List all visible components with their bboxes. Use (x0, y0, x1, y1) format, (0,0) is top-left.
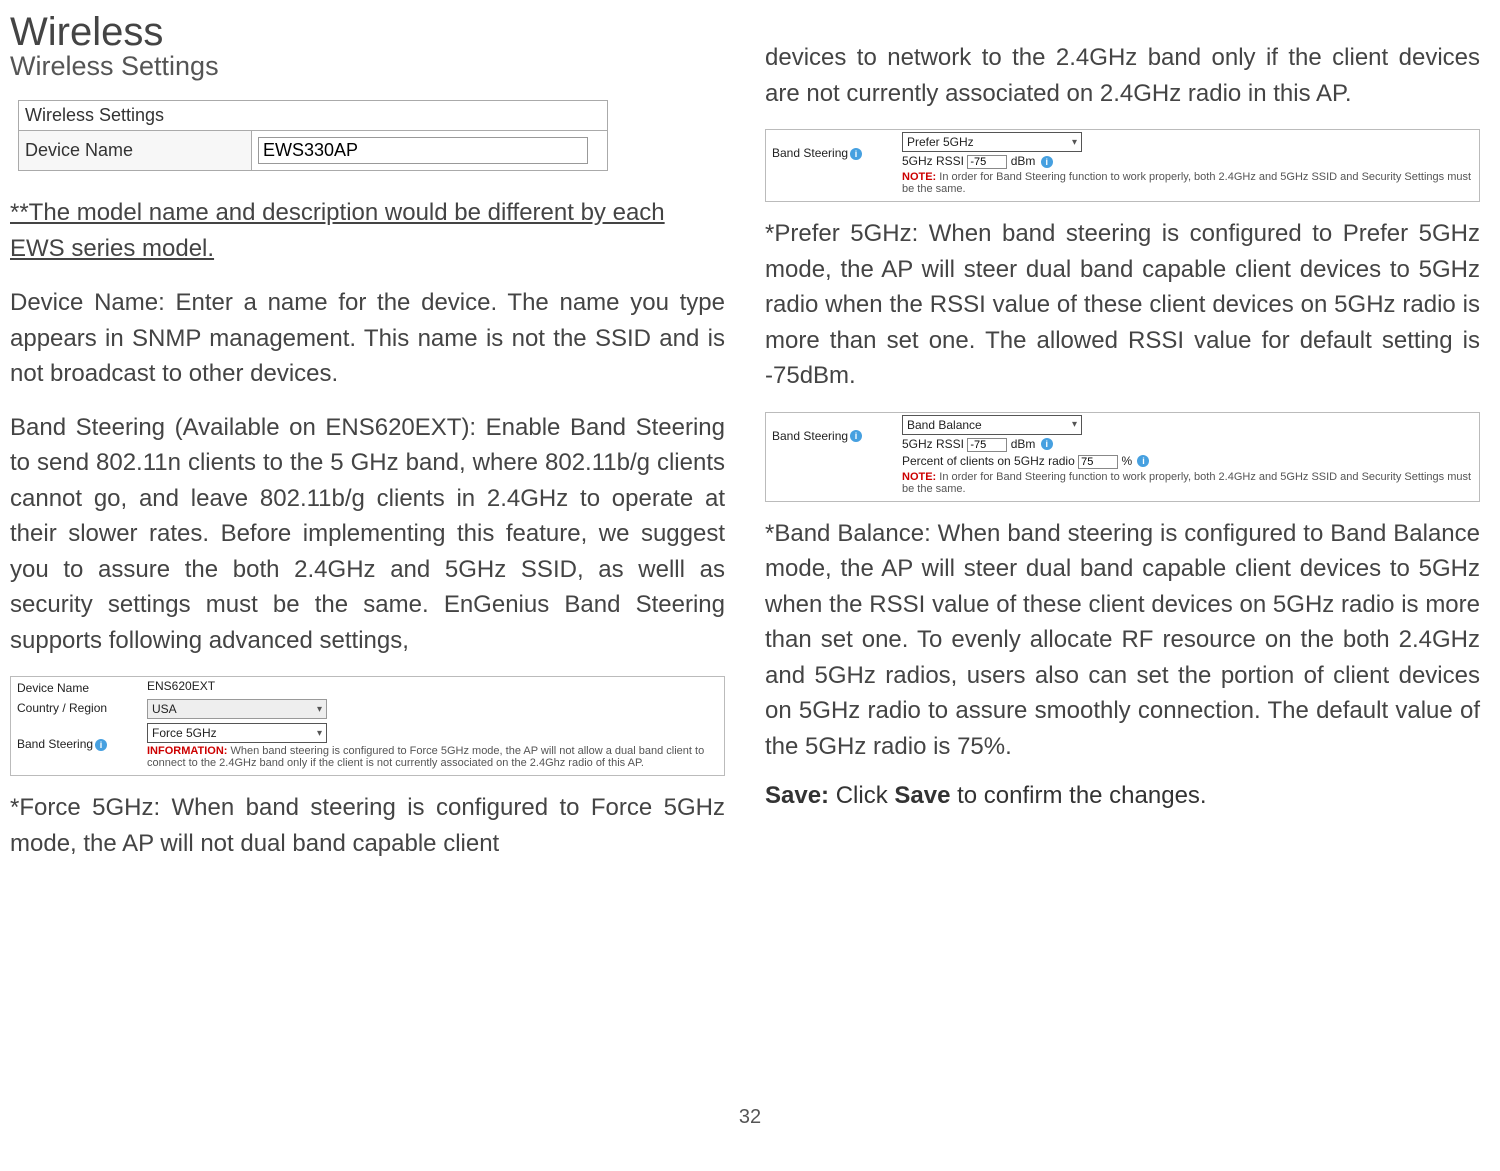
ui-force-block: Device Name ENS620EXT Country / Region U… (10, 676, 725, 776)
ui-note-balance: NOTE: In order for Band Steering functio… (902, 469, 1473, 499)
ui-device-label: Device Name (17, 679, 147, 695)
info-icon: i (850, 430, 862, 442)
rssi-input-balance[interactable] (967, 438, 1007, 452)
country-select[interactable]: USA ▾ (147, 699, 327, 719)
left-column: Wireless Wireless Settings Wireless Sett… (10, 10, 725, 1090)
continuation-paragraph: devices to network to the 2.4GHz band on… (765, 40, 1480, 111)
ui-balance-block: Band Steeringi Band Balance ▾ 5GHz RSSI … (765, 412, 1480, 502)
info-icon: i (1041, 438, 1053, 450)
prefer-paragraph: *Prefer 5GHz: When band steering is conf… (765, 216, 1480, 394)
page-title: Wireless (10, 10, 725, 55)
right-column: devices to network to the 2.4GHz band on… (765, 10, 1480, 1090)
ui-prefer-block: Band Steeringi Prefer 5GHz ▾ 5GHz RSSI d… (765, 129, 1480, 202)
ui-device-value: ENS620EXT (147, 679, 718, 693)
chevron-down-icon: ▾ (317, 728, 322, 739)
page-number: 32 (0, 1100, 1500, 1129)
force-paragraph: *Force 5GHz: When band steering is confi… (10, 790, 725, 861)
ui-bs-label: Band Steeringi (17, 723, 147, 751)
chevron-down-icon: ▾ (1072, 419, 1077, 430)
chevron-down-icon: ▾ (1072, 137, 1077, 148)
device-name-input[interactable] (258, 137, 588, 164)
save-line: Save: Click Save to confirm the changes. (765, 782, 1480, 810)
ui-bs-label: Band Steeringi (772, 132, 902, 160)
section-subtitle: Wireless Settings (10, 51, 725, 82)
bs-mode-select-balance[interactable]: Band Balance ▾ (902, 415, 1082, 435)
wireless-settings-box: Wireless Settings Device Name (18, 100, 608, 171)
bs-mode-select[interactable]: Force 5GHz ▾ (147, 723, 327, 743)
info-icon: i (95, 739, 107, 751)
bs-mode-select-prefer[interactable]: Prefer 5GHz ▾ (902, 132, 1082, 152)
rssi-input[interactable] (967, 155, 1007, 169)
ui-bs-label: Band Steeringi (772, 415, 902, 443)
rssi-line-balance: 5GHz RSSI dBm i (902, 435, 1473, 452)
info-icon: i (1137, 455, 1149, 467)
ws-header: Wireless Settings (19, 101, 607, 131)
device-name-label: Device Name (19, 131, 252, 170)
balance-paragraph: *Band Balance: When band steering is con… (765, 516, 1480, 765)
device-name-paragraph: Device Name: Enter a name for the device… (10, 285, 725, 392)
info-icon: i (1041, 156, 1053, 168)
chevron-down-icon: ▾ (317, 704, 322, 715)
rssi-line: 5GHz RSSI dBm i (902, 152, 1473, 169)
ui-note-prefer: NOTE: In order for Band Steering functio… (902, 169, 1473, 199)
page: Wireless Wireless Settings Wireless Sett… (0, 0, 1500, 1100)
device-name-cell (252, 131, 607, 170)
ui-country-label: Country / Region (17, 699, 147, 715)
model-note: **The model name and description would b… (10, 195, 725, 267)
percent-line: Percent of clients on 5GHz radio % i (902, 452, 1473, 469)
info-icon: i (850, 148, 862, 160)
ui-info-note: INFORMATION: When band steering is confi… (147, 743, 718, 773)
percent-input[interactable] (1078, 455, 1118, 469)
band-steering-paragraph: Band Steering (Available on ENS620EXT): … (10, 410, 725, 659)
